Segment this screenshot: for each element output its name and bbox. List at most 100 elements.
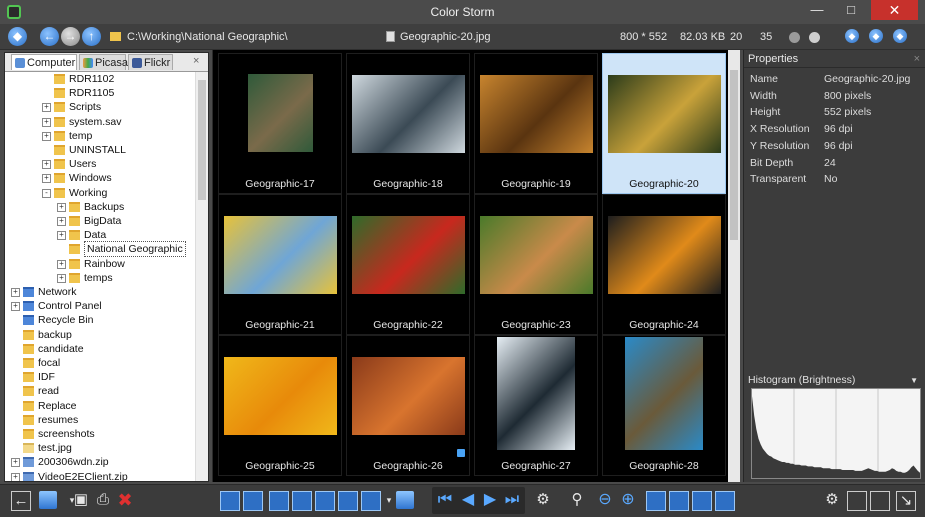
view-mode-icon[interactable]: ◆ — [869, 29, 883, 43]
tree-item[interactable]: + system.sav — [5, 115, 195, 129]
preferences-gear-icon[interactable]: ⚙ — [823, 491, 841, 509]
expand-icon[interactable]: + — [11, 458, 20, 468]
sort-icon[interactable]: ◆ — [845, 29, 859, 43]
tree-item[interactable]: UNINSTALL — [5, 143, 195, 157]
thumbnail-item[interactable]: Geographic-28 — [602, 335, 726, 476]
chevron-down-icon[interactable]: ▼ — [910, 373, 918, 388]
expand-icon[interactable]: + — [11, 288, 20, 297]
thumbnail-item[interactable]: Geographic-21 — [218, 194, 342, 335]
thumbnail-item[interactable]: Geographic-22 — [346, 194, 470, 335]
tree-item[interactable]: Recycle Bin — [5, 313, 195, 327]
tree-item[interactable]: + Rainbow — [5, 257, 195, 271]
tab-computer[interactable]: Computer — [11, 54, 77, 70]
tab-picasa[interactable]: Picasa — [79, 54, 128, 70]
tree-item[interactable]: RDR1102 — [5, 72, 195, 86]
tree-item[interactable]: + temps — [5, 271, 195, 285]
expand-icon[interactable]: + — [57, 231, 66, 241]
tree-item[interactable]: screenshots — [5, 427, 195, 441]
save-icon[interactable]: ▣ — [72, 491, 90, 509]
pin-icon[interactable]: × — [914, 50, 920, 68]
thumbnail-item[interactable]: Geographic-18 — [346, 53, 470, 194]
fullscreen-icon[interactable] — [870, 491, 890, 511]
tree-item[interactable]: + Windows — [5, 171, 195, 185]
expand-icon[interactable]: + — [57, 259, 66, 269]
thumbnail-item[interactable]: Geographic-24 — [602, 194, 726, 335]
edit-icon[interactable] — [361, 491, 381, 511]
expand-icon[interactable]: + — [42, 160, 51, 170]
layout-tile-icon[interactable] — [243, 491, 263, 511]
thumbnail-item[interactable]: Geographic-23 — [474, 194, 598, 335]
previous-image-icon[interactable]: ◀ — [459, 491, 477, 509]
panel-layout-icon[interactable] — [847, 491, 867, 511]
actual-size-icon[interactable] — [669, 491, 689, 511]
up-button[interactable]: ↑ — [82, 27, 101, 46]
tree-item[interactable]: test.jpg — [5, 441, 195, 455]
thumbnail-item[interactable]: Geographic-17 — [218, 53, 342, 194]
export-icon[interactable] — [396, 491, 414, 509]
exit-icon[interactable]: ← — [11, 491, 31, 511]
scrollbar-thumb[interactable] — [198, 80, 206, 200]
tree-item[interactable]: backup — [5, 328, 195, 342]
thumbnail-item[interactable]: Geographic-26 — [346, 335, 470, 476]
expand-icon[interactable]: + — [11, 472, 20, 481]
tree-item[interactable]: read — [5, 384, 195, 398]
fit-window-icon[interactable] — [646, 491, 666, 511]
expand-icon[interactable]: + — [57, 202, 66, 212]
minimize-button[interactable]: — — [802, 0, 832, 20]
forward-button[interactable]: → — [61, 27, 80, 46]
tree-item[interactable]: + Control Panel — [5, 299, 195, 313]
tree-item[interactable]: + Users — [5, 157, 195, 171]
zoom-in-icon[interactable]: ⊕ — [619, 491, 637, 509]
settings-gear-icon[interactable]: ⚙ — [534, 491, 552, 509]
expand-icon[interactable]: + — [42, 117, 51, 127]
expand-icon[interactable]: + — [57, 273, 66, 283]
pin-icon[interactable]: × — [193, 55, 199, 67]
tree-item[interactable]: National Geographic — [5, 241, 195, 258]
thumbnail-item[interactable]: Geographic-27 — [474, 335, 598, 476]
thumbnail-item[interactable]: Geographic-20 — [602, 53, 726, 194]
tree-item[interactable]: IDF — [5, 370, 195, 384]
tree-item[interactable]: - Working — [5, 186, 195, 200]
tree-item[interactable]: RDR1105 — [5, 86, 195, 100]
tree-item[interactable]: + Network — [5, 285, 195, 299]
last-image-icon[interactable]: ⏭ — [503, 491, 521, 509]
expand-icon[interactable]: + — [42, 174, 51, 184]
path-field[interactable]: C:\Working\National Geographic\ — [127, 31, 288, 43]
layout-cascade-icon[interactable] — [220, 491, 240, 511]
back-button[interactable]: ← — [40, 27, 59, 46]
expand-icon[interactable]: + — [11, 302, 20, 312]
grid-scrollbar[interactable] — [728, 50, 740, 482]
thumbnail-item[interactable]: Geographic-19 — [474, 53, 598, 194]
maximize-button[interactable]: □ — [836, 0, 866, 20]
tree-item[interactable]: Replace — [5, 399, 195, 413]
scrollbar-thumb[interactable] — [730, 70, 738, 240]
fit-width-icon[interactable] — [692, 491, 712, 511]
thumbnail-view-icon[interactable] — [269, 491, 289, 511]
tree-item[interactable]: + Backups — [5, 200, 195, 214]
delete-icon[interactable]: ✖ — [116, 491, 134, 509]
tree-item[interactable]: resumes — [5, 413, 195, 427]
details-view-icon[interactable] — [292, 491, 312, 511]
tree-item[interactable]: + Data — [5, 228, 195, 242]
expand-icon[interactable]: + — [42, 103, 51, 113]
tree-item[interactable]: focal — [5, 356, 195, 370]
zoom-icon[interactable]: ⚲ — [568, 491, 586, 509]
print-icon[interactable]: ⎙ — [94, 491, 112, 509]
thumbnail-item[interactable]: Geographic-25 — [218, 335, 342, 476]
options-icon[interactable]: ◆ — [893, 29, 907, 43]
next-image-icon[interactable]: ▶ — [481, 491, 499, 509]
tree-item[interactable]: +200306wdn.zip — [5, 455, 195, 469]
zoom-out-icon[interactable]: ⊖ — [596, 491, 614, 509]
tree-item[interactable]: + VideoE2EClient.zip — [5, 470, 195, 481]
close-button[interactable]: ✕ — [871, 0, 918, 20]
fit-view-icon[interactable] — [315, 491, 335, 511]
places-icon[interactable]: ◆ — [8, 27, 27, 46]
first-image-icon[interactable]: ⏮ — [436, 491, 454, 509]
tree-item[interactable]: + temp — [5, 129, 195, 143]
open-icon[interactable] — [39, 491, 57, 509]
fit-height-icon[interactable] — [715, 491, 735, 511]
expand-icon[interactable]: + — [42, 131, 51, 141]
collapse-icon[interactable]: - — [42, 188, 51, 198]
tree-item[interactable]: + Scripts — [5, 100, 195, 114]
tree-item[interactable]: + BigData — [5, 214, 195, 228]
